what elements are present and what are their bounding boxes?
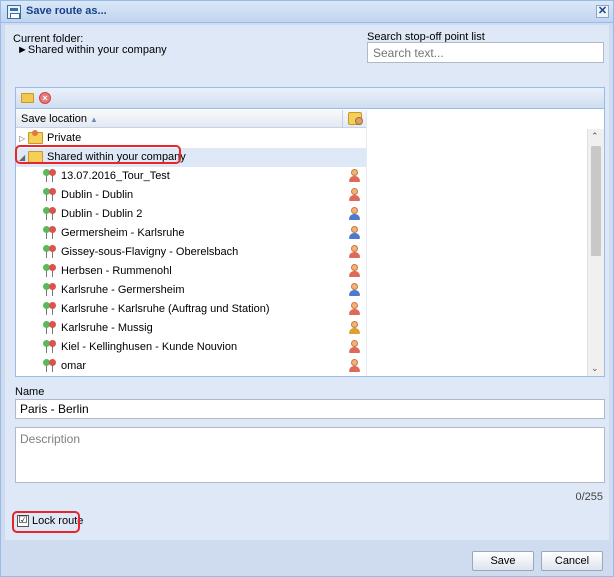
tree-body: ▷ Private ◢ Shared within your company 1… xyxy=(16,129,366,376)
owner-column-icon[interactable] xyxy=(348,112,363,125)
name-label: Name xyxy=(15,386,45,398)
route-label: Herbsen - Rummenohl xyxy=(61,265,172,277)
description-textarea[interactable]: Description xyxy=(15,427,605,483)
route-label: Karlsruhe - Karlsruhe (Auftrag und Stati… xyxy=(61,303,270,315)
route-pin-icon xyxy=(43,207,59,221)
route-row[interactable]: Karlsruhe - Mussig xyxy=(16,319,366,338)
user-icon xyxy=(348,359,360,373)
dialog-title: Save route as... xyxy=(26,5,107,17)
folder-icon xyxy=(28,130,43,144)
character-counter: 0/255 xyxy=(575,491,603,503)
route-label: 13.07.2016_Tour_Test xyxy=(61,170,170,182)
route-label: Gissey-sous-Flavigny - Oberelsbach xyxy=(61,246,239,258)
user-icon xyxy=(348,188,360,202)
close-button[interactable]: ✕ xyxy=(596,5,609,18)
route-row[interactable]: omar xyxy=(16,357,366,376)
user-icon xyxy=(348,264,360,278)
grid-toolbar: × xyxy=(16,88,604,109)
route-pin-icon xyxy=(43,359,59,373)
route-label: omar xyxy=(61,360,87,372)
route-label: Germersheim - Karlsruhe xyxy=(61,227,185,239)
route-pin-icon xyxy=(43,302,59,316)
route-row[interactable]: Kiel - Kellinghusen - Kunde Nouvion xyxy=(16,338,366,357)
user-icon xyxy=(348,283,360,297)
search-input[interactable] xyxy=(367,42,604,63)
save-icon xyxy=(7,5,21,19)
user-icon xyxy=(348,321,360,335)
expand-icon[interactable]: ▷ xyxy=(19,134,25,143)
sort-asc-icon: ▲ xyxy=(90,115,98,124)
route-label: Kiel - Kellinghusen - Kunde Nouvion xyxy=(61,341,238,353)
route-row[interactable]: 13.07.2016_Tour_Test xyxy=(16,167,366,186)
save-button[interactable]: Save xyxy=(472,551,534,571)
save-location-grid: × Save location ▲ ▷ Private ◢ Shared with… xyxy=(15,87,605,377)
scroll-down-icon[interactable]: ⌄ xyxy=(591,363,599,374)
route-label: Karlsruhe - Germersheim xyxy=(61,284,185,296)
route-label: Dublin - Dublin 2 xyxy=(61,208,143,220)
user-icon xyxy=(348,302,360,316)
dialog-body: Current folder: ►Shared within your comp… xyxy=(5,25,609,540)
cancel-button[interactable]: Cancel xyxy=(541,551,603,571)
scroll-thumb[interactable] xyxy=(591,146,601,256)
vertical-scrollbar[interactable]: ⌃ ⌄ xyxy=(587,129,604,376)
grid-header: Save location ▲ xyxy=(16,110,366,128)
save-route-dialog: Save route as... ✕ Current folder: ►Shar… xyxy=(0,0,614,577)
folder-add-icon[interactable] xyxy=(21,93,34,103)
route-pin-icon xyxy=(43,169,59,183)
route-row[interactable]: Dublin - Dublin 2 xyxy=(16,205,366,224)
route-pin-icon xyxy=(43,245,59,259)
column-header-save-location[interactable]: Save location ▲ xyxy=(21,113,98,125)
route-pin-icon xyxy=(43,226,59,240)
user-icon xyxy=(348,207,360,221)
route-label: Karlsruhe - Mussig xyxy=(61,322,153,334)
route-label: Dublin - Dublin xyxy=(61,189,134,201)
user-icon xyxy=(348,169,360,183)
route-row[interactable]: Herbsen - Rummenohl xyxy=(16,262,366,281)
shared-folder-highlight xyxy=(15,145,181,164)
user-icon xyxy=(348,340,360,354)
tree-folder-label: Private xyxy=(47,132,82,144)
route-pin-icon xyxy=(43,188,59,202)
route-pin-icon xyxy=(43,264,59,278)
route-pin-icon xyxy=(43,340,59,354)
user-icon xyxy=(348,226,360,240)
scroll-up-icon[interactable]: ⌃ xyxy=(591,131,599,142)
name-input[interactable] xyxy=(15,399,605,419)
route-pin-icon xyxy=(43,283,59,297)
route-row[interactable]: Germersheim - Karlsruhe xyxy=(16,224,366,243)
delete-icon[interactable]: × xyxy=(39,92,51,104)
lock-route-highlight xyxy=(12,511,80,533)
current-folder-value: ►Shared within your company xyxy=(17,44,167,56)
route-row[interactable]: Gissey-sous-Flavigny - Oberelsbach xyxy=(16,243,366,262)
empty-column xyxy=(366,110,604,376)
route-pin-icon xyxy=(43,321,59,335)
user-icon xyxy=(348,245,360,259)
route-row[interactable]: Dublin - Dublin xyxy=(16,186,366,205)
route-row[interactable]: Karlsruhe - Karlsruhe (Auftrag und Stati… xyxy=(16,300,366,319)
title-bar[interactable]: Save route as... ✕ xyxy=(1,1,613,23)
route-row[interactable]: Karlsruhe - Germersheim xyxy=(16,281,366,300)
